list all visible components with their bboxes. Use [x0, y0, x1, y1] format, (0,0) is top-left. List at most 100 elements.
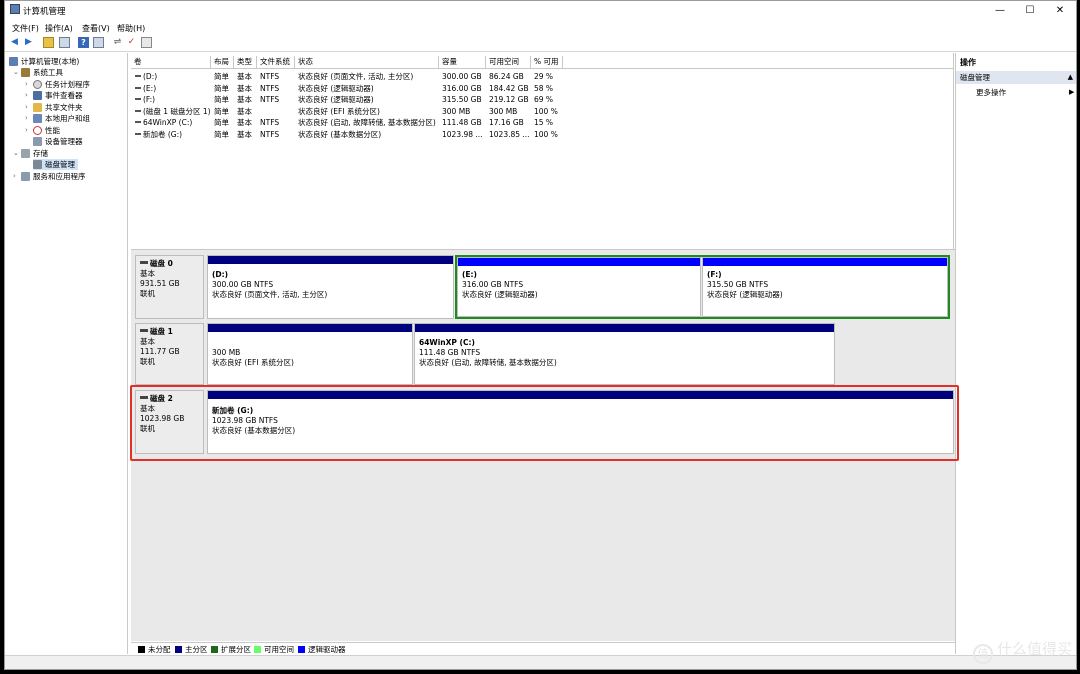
legend-logical: 逻辑驱动器 [308, 645, 346, 654]
expand-arrow-icon[interactable]: › [25, 80, 28, 88]
volume-cell: 基本 [237, 83, 252, 93]
volume-cell: 简单 [214, 95, 229, 104]
column-header-percent-free[interactable]: % 可用 [531, 56, 563, 68]
disk-1-title: 磁盘 1 [140, 327, 199, 337]
performance-icon [33, 126, 42, 135]
check-icon[interactable]: ✓ [126, 37, 137, 48]
primary-partition-bar [208, 324, 412, 332]
volume-cell: 新加卷 (G:) [143, 129, 183, 139]
volume-cell: 状态良好 (逻辑驱动器) [298, 83, 374, 93]
primary-partition-bar [208, 256, 453, 264]
menu-file[interactable]: 文件(F) [12, 23, 39, 34]
menu-view[interactable]: 查看(V) [82, 23, 110, 34]
tree-item-performance[interactable]: 性能 [33, 125, 60, 136]
volume-cell: NTFS [260, 95, 280, 104]
tree-item-task-scheduler[interactable]: 任务计划程序 [33, 79, 90, 90]
logical-drive-bar [458, 258, 700, 266]
expand-arrow-icon[interactable]: › [25, 103, 28, 111]
up-folder-icon[interactable] [43, 37, 54, 48]
column-header-capacity[interactable]: 容量 [439, 56, 486, 68]
menu-help[interactable]: 帮助(H) [117, 23, 145, 34]
menu-action[interactable]: 操作(A) [45, 23, 73, 34]
partition-efi[interactable]: 300 MB 状态良好 (EFI 系统分区) [207, 323, 413, 385]
connect-icon[interactable]: ⇌ [112, 37, 123, 48]
tree-item-local-users[interactable]: 本地用户和组 [33, 113, 90, 124]
volume-cell: 86.24 GB [489, 72, 524, 81]
tree-item-shared-folders[interactable]: 共享文件夹 [33, 102, 83, 113]
volume-cell: 状态良好 (页面文件, 活动, 主分区) [298, 72, 414, 81]
toolbar: ◀ ▶ ? ⇌ ✓ [5, 35, 1076, 52]
column-header-type[interactable]: 类型 [234, 56, 257, 68]
partition-d[interactable]: (D:) 300.00 GB NTFS 状态良好 (页面文件, 活动, 主分区) [207, 255, 454, 319]
actions-section-disk-management[interactable]: 磁盘管理 ▲ [956, 71, 1076, 84]
tree-item-services[interactable]: 服务和应用程序 [21, 171, 86, 182]
volume-cell: NTFS [260, 83, 280, 93]
expand-arrow-icon[interactable]: › [25, 126, 28, 134]
volume-cell: 基本 [237, 106, 252, 116]
tree-item-device-manager[interactable]: 设备管理器 [33, 136, 83, 147]
volume-cell: 基本 [237, 95, 252, 104]
minimize-button[interactable]: — [985, 1, 1015, 20]
expand-arrow-icon[interactable]: › [25, 91, 28, 99]
volume-icon [135, 98, 141, 100]
header-divider [131, 68, 953, 69]
legend-extended: 扩展分区 [221, 645, 251, 654]
column-header-free-space[interactable]: 可用空间 [486, 56, 531, 68]
column-header-layout[interactable]: 布局 [211, 56, 234, 68]
logical-drive-bar [703, 258, 947, 266]
collapse-up-icon[interactable]: ▲ [1068, 71, 1073, 84]
tree-item-root[interactable]: 计算机管理(本地) [9, 56, 79, 67]
tree-item-disk-management[interactable]: 磁盘管理 [33, 159, 78, 170]
volume-cell: 219.12 GB [489, 95, 529, 104]
legend-unallocated: 未分配 [148, 645, 171, 654]
tree-item-event-viewer[interactable]: 事件查看器 [33, 90, 83, 101]
maximize-button[interactable]: ☐ [1015, 1, 1045, 20]
volume-cell: 69 % [534, 95, 554, 104]
expand-arrow-icon[interactable]: › [13, 172, 16, 180]
volume-icon [135, 109, 141, 112]
help-icon[interactable]: ? [78, 37, 89, 48]
volume-cell: 100 % [534, 129, 558, 139]
disk-0-size: 931.51 GB [140, 279, 180, 288]
column-header-volume[interactable]: 卷 [131, 56, 211, 68]
volume-cell: 316.00 GB [442, 83, 482, 93]
forward-icon[interactable]: ▶ [23, 37, 34, 48]
close-button[interactable]: ✕ [1045, 1, 1075, 20]
legend: 未分配 主分区 扩展分区 可用空间 逻辑驱动器 [131, 642, 958, 656]
tree-item-storage[interactable]: 存储 [21, 148, 48, 159]
disk-1-size: 111.77 GB [140, 347, 180, 356]
volume-cell: (F:) [143, 95, 156, 104]
expand-arrow-icon[interactable]: › [25, 114, 28, 122]
tools-icon [21, 68, 30, 77]
properties-icon[interactable] [93, 37, 104, 48]
volume-cell: 29 % [534, 72, 554, 81]
volume-cell: 状态良好 (启动, 故障转储, 基本数据分区) [298, 118, 436, 127]
chevron-right-icon: ▶ [1069, 88, 1075, 96]
collapse-arrow-icon[interactable]: ⌄ [13, 68, 19, 76]
partition-c-text: 64WinXP (C:) 111.48 GB NTFS 状态良好 (启动, 故障转储… [419, 338, 557, 367]
highlight-box [130, 385, 959, 461]
show-hide-tree-icon[interactable] [59, 37, 70, 48]
legend-primary: 主分区 [185, 645, 208, 654]
volume-cell: 315.50 GB [442, 95, 482, 104]
status-bar [5, 655, 1076, 669]
partition-f[interactable]: (F:) 315.50 GB NTFS 状态良好 (逻辑驱动器) [702, 257, 948, 317]
legend-free: 可用空间 [264, 645, 294, 654]
back-icon[interactable]: ◀ [9, 37, 20, 48]
list-icon[interactable] [141, 37, 152, 48]
actions-pane: 操作 磁盘管理 ▲ 更多操作 ▶ [955, 53, 1076, 654]
column-header-status[interactable]: 状态 [295, 56, 439, 68]
partition-c[interactable]: 64WinXP (C:) 111.48 GB NTFS 状态良好 (启动, 故障转储… [414, 323, 835, 385]
collapse-arrow-icon[interactable]: ⌄ [13, 149, 19, 157]
tree-item-system-tools[interactable]: 系统工具 [21, 67, 63, 78]
partition-d-text: (D:) 300.00 GB NTFS 状态良好 (页面文件, 活动, 主分区) [212, 270, 328, 299]
disk-0-label[interactable]: 磁盘 0 基本 931.51 GB 联机 [135, 255, 204, 319]
primary-partition-bar [415, 324, 834, 332]
more-actions[interactable]: 更多操作 ▶ [976, 87, 1074, 98]
computer-icon [9, 57, 18, 66]
volume-list: 卷 布局 类型 文件系统 状态 容量 可用空间 % 可用 (D:) 简单 基本 NTF… [131, 53, 954, 249]
partition-e[interactable]: (E:) 316.00 GB NTFS 状态良好 (逻辑驱动器) [457, 257, 701, 317]
disk-1-label[interactable]: 磁盘 1 基本 111.77 GB 联机 [135, 323, 204, 385]
column-header-filesystem[interactable]: 文件系统 [257, 56, 295, 68]
volume-cell: 1023.98 ... [442, 129, 483, 139]
